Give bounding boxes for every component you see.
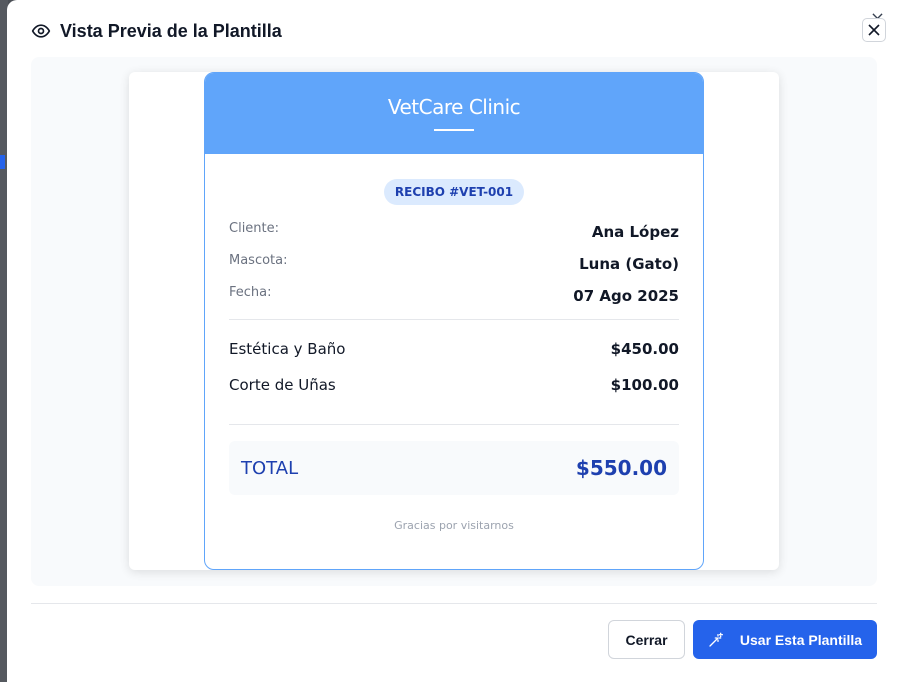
item-name: Corte de Uñas <box>229 376 336 394</box>
item-price: $450.00 <box>610 340 679 358</box>
close-modal-button[interactable]: Cerrar <box>608 620 685 659</box>
receipt-info: Cliente: Ana López Mascota: Luna (Gato) … <box>205 221 703 317</box>
receipt-footer-text: Gracias por visitarnos <box>394 519 514 532</box>
info-value: Ana López <box>591 223 679 241</box>
receipt-header: VetCare Clinic <box>205 73 703 154</box>
use-template-label: Usar Esta Plantilla <box>739 631 863 648</box>
footer-divider <box>31 603 877 604</box>
divider <box>229 319 679 320</box>
list-item: Estética y Baño $450.00 <box>229 331 679 367</box>
preview-area: VetCare Clinic RECIBO #VET-001 Cliente: … <box>31 57 877 586</box>
list-item: Corte de Uñas $100.00 <box>229 367 679 403</box>
info-label: Fecha: <box>229 285 272 300</box>
divider <box>229 424 679 425</box>
close-button[interactable] <box>862 18 886 42</box>
total-value: $550.00 <box>575 456 667 480</box>
item-price: $100.00 <box>610 376 679 394</box>
receipt-items: Estética y Baño $450.00 Corte de Uñas $1… <box>205 331 703 403</box>
info-label: Mascota: <box>229 253 288 268</box>
magic-wand-icon <box>708 632 724 648</box>
item-name: Estética y Baño <box>229 340 346 358</box>
modal-title: Vista Previa de la Plantilla <box>60 20 282 41</box>
header-underline <box>434 129 474 131</box>
info-row-date: Fecha: 07 Ago 2025 <box>229 285 679 317</box>
info-value: Luna (Gato) <box>579 255 679 273</box>
clinic-name: VetCare Clinic <box>387 95 521 119</box>
preview-paper: VetCare Clinic RECIBO #VET-001 Cliente: … <box>129 72 779 570</box>
info-row-client: Cliente: Ana López <box>229 221 679 253</box>
receipt-number-badge: RECIBO #VET-001 <box>383 179 525 205</box>
use-template-button[interactable]: Usar Esta Plantilla <box>693 620 877 659</box>
info-label: Cliente: <box>229 221 280 236</box>
info-row-pet: Mascota: Luna (Gato) <box>229 253 679 285</box>
total-box: TOTAL $550.00 <box>229 441 679 495</box>
template-preview-modal: Vista Previa de la Plantilla VetCare Cli… <box>7 0 903 682</box>
receipt-card: VetCare Clinic RECIBO #VET-001 Cliente: … <box>204 72 704 570</box>
total-label: TOTAL <box>241 457 299 479</box>
background-accent <box>0 155 5 169</box>
eye-icon <box>31 21 51 41</box>
info-value: 07 Ago 2025 <box>573 287 679 305</box>
close-icon <box>868 24 880 36</box>
modal-header: Vista Previa de la Plantilla <box>31 18 282 44</box>
